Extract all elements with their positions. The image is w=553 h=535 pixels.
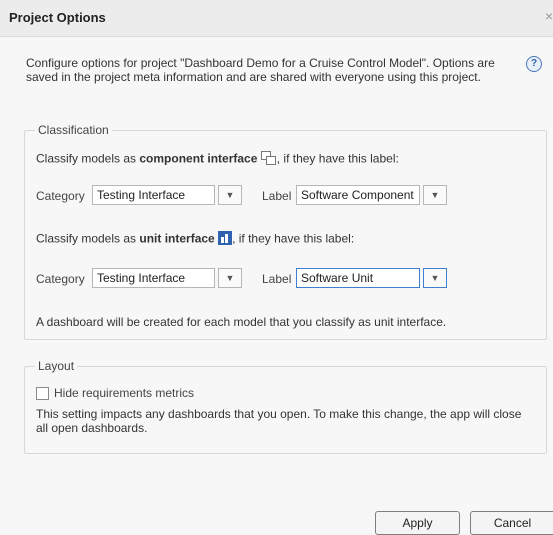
unit-bold: unit interface xyxy=(139,231,215,246)
unit-suffix: , if they have this label: xyxy=(232,231,355,246)
chevron-down-icon[interactable]: ▼ xyxy=(218,268,242,288)
unit-dashboard-note: A dashboard will be created for each mod… xyxy=(36,315,447,329)
intro-text: Configure options for project "Dashboard… xyxy=(26,56,495,84)
component-category-label: Category xyxy=(36,189,85,203)
component-category-value[interactable]: Testing Interface xyxy=(92,185,215,205)
cancel-button[interactable]: Cancel xyxy=(470,511,553,535)
hide-requirements-label[interactable]: Hide requirements metrics xyxy=(54,386,194,400)
unit-label-value[interactable]: Software Unit xyxy=(296,268,420,288)
unit-category-label: Category xyxy=(36,272,85,286)
component-suffix: , if they have this label: xyxy=(276,151,399,166)
chevron-down-icon[interactable]: ▼ xyxy=(218,185,242,205)
unit-label-label: Label xyxy=(262,272,292,286)
unit-interface-icon xyxy=(218,231,233,248)
close-icon[interactable]: × xyxy=(545,8,553,24)
apply-button[interactable]: Apply xyxy=(375,511,460,535)
chevron-down-icon[interactable]: ▼ xyxy=(423,185,447,205)
unit-classify-text: Classify models as unit interface , if t… xyxy=(36,231,354,248)
component-label-value[interactable]: Software Component xyxy=(296,185,420,205)
title-bar: Project Options × xyxy=(0,0,553,37)
component-label-label: Label xyxy=(262,189,292,203)
component-category-dropdown[interactable]: Testing Interface ▼ xyxy=(92,185,242,205)
unit-prefix: Classify models as xyxy=(36,231,140,246)
component-interface-icon xyxy=(260,151,277,168)
hide-requirements-checkbox[interactable] xyxy=(36,387,49,400)
unit-category-value[interactable]: Testing Interface xyxy=(92,268,215,288)
classification-group: Classification Classify models as compon… xyxy=(24,123,547,340)
component-bold: component interface xyxy=(139,151,258,166)
chevron-down-icon[interactable]: ▼ xyxy=(423,268,447,288)
layout-group-title: Layout xyxy=(35,359,78,373)
component-classify-text: Classify models as component interface ,… xyxy=(36,151,399,168)
unit-label-dropdown[interactable]: Software Unit ▼ xyxy=(296,268,447,288)
classification-group-title: Classification xyxy=(35,123,112,137)
component-prefix: Classify models as xyxy=(36,151,140,166)
layout-group: Layout Hide requirements metrics This se… xyxy=(24,359,547,454)
component-label-dropdown[interactable]: Software Component ▼ xyxy=(296,185,447,205)
dialog-title: Project Options xyxy=(9,10,106,25)
unit-category-dropdown[interactable]: Testing Interface ▼ xyxy=(92,268,242,288)
help-icon[interactable]: ? xyxy=(526,56,542,72)
layout-note: This setting impacts any dashboards that… xyxy=(36,407,522,435)
